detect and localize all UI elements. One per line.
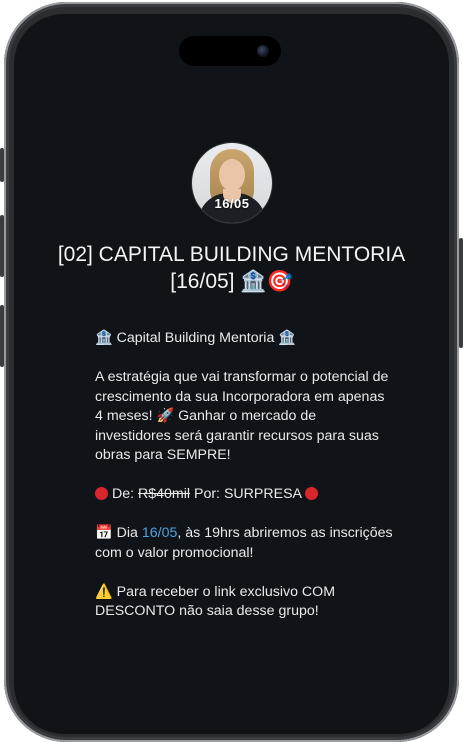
camera-icon: [257, 45, 269, 57]
power-button: [459, 238, 463, 348]
volume-down-button: [0, 305, 4, 367]
warning-line: ⚠️ Para receber o link exclusivo COM DES…: [95, 583, 395, 622]
description-heading: 🏦 Capital Building Mentoria 🏦: [95, 329, 395, 349]
date-link[interactable]: 16/05: [142, 525, 178, 541]
dynamic-island: [179, 36, 281, 66]
old-price: R$40mil: [137, 486, 191, 502]
phone-screen: 16/05 [02] CAPITAL BUILDING MENTORIA [16…: [14, 14, 449, 734]
warning-text: Para receber o link exclusivo COM DESCON…: [95, 583, 336, 620]
action-button: [0, 148, 4, 182]
target-icon: 🎯: [266, 269, 293, 293]
date-suffix: , às 19hrs abriremos as inscrições com o…: [95, 525, 393, 561]
bank-icon: 🏦: [95, 330, 113, 346]
date-line: 📅 Dia 16/05, às 19hrs abriremos as inscr…: [95, 524, 395, 563]
red-circle-icon: [95, 487, 108, 500]
price-now: SURPRESA: [223, 486, 302, 502]
avatar-date-label: 16/05: [214, 196, 250, 211]
volume-up-button: [0, 215, 4, 277]
price-line: De: R$40mil Por: SURPRESA: [95, 485, 395, 505]
red-circle-icon: [305, 487, 319, 500]
price-prefix: De:: [111, 486, 135, 502]
description-paragraph: A estratégia que vai transformar o poten…: [95, 369, 389, 463]
group-description: 🏦 Capital Building Mentoria 🏦 A estratég…: [95, 329, 395, 641]
group-title-text: [02] CAPITAL BUILDING MENTORIA [16/05]: [57, 243, 406, 293]
group-title: [02] CAPITAL BUILDING MENTORIA [16/05] 🏦…: [34, 241, 429, 295]
calendar-icon: 📅: [95, 525, 113, 541]
group-avatar[interactable]: 16/05: [191, 142, 273, 224]
avatar-face: [219, 159, 245, 191]
description-heading-text: Capital Building Mentoria: [116, 330, 275, 346]
price-now-label: Por:: [193, 486, 221, 502]
warning-icon: ⚠️: [95, 583, 113, 600]
date-prefix: Dia: [116, 525, 138, 541]
bank-icon: 🏦: [240, 269, 267, 293]
bank-icon: 🏦: [278, 330, 296, 346]
